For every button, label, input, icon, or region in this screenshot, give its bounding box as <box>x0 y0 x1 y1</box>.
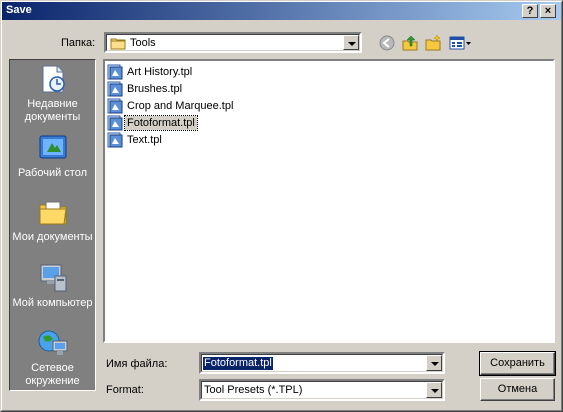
location-label: Папка: <box>61 37 96 49</box>
close-button[interactable]: × <box>540 4 556 18</box>
my-documents-icon <box>39 201 67 225</box>
tpl-file-icon <box>107 64 123 80</box>
format-dropdown-arrow[interactable] <box>426 382 442 398</box>
file-name: Brushes.tpl <box>127 83 183 95</box>
place-network[interactable]: Сетевое окружение <box>10 327 95 388</box>
title-bar[interactable]: Save ? × <box>2 2 561 20</box>
filename-label: Имя файла: <box>106 358 168 370</box>
place-label: Мой компьютер <box>12 297 93 309</box>
recent-documents-icon <box>42 65 65 93</box>
place-desktop[interactable]: Рабочий стол <box>10 132 95 180</box>
place-my-computer[interactable]: Мой компьютер <box>10 262 95 310</box>
location-combo[interactable]: Tools <box>104 32 362 53</box>
tpl-file-icon <box>107 115 123 131</box>
place-label: Мои документы <box>12 231 93 243</box>
up-folder-icon[interactable] <box>401 34 419 52</box>
format-combo[interactable]: Tool Presets (*.TPL) <box>199 379 445 401</box>
format-value: Tool Presets (*.TPL) <box>204 384 303 396</box>
format-label: Format: <box>106 384 144 396</box>
filename-dropdown-arrow[interactable] <box>426 355 442 371</box>
filename-input[interactable]: Fotoformat.tpl <box>203 357 273 370</box>
list-item-selected[interactable]: Fotoformat.tpl <box>107 115 198 131</box>
folder-icon <box>110 38 126 50</box>
place-label: Недавние документы <box>24 98 81 123</box>
place-label: Рабочий стол <box>17 167 88 179</box>
file-list[interactable]: Art History.tpl Brushes.tpl Crop and Mar… <box>103 59 555 343</box>
help-button[interactable]: ? <box>522 4 538 18</box>
back-icon[interactable] <box>378 34 396 52</box>
window-title: Save <box>6 4 32 16</box>
desktop-icon <box>39 135 66 159</box>
tpl-file-icon <box>107 81 123 97</box>
place-my-documents[interactable]: Мои документы <box>10 196 95 244</box>
place-label: Сетевое окружение <box>25 362 80 387</box>
list-item[interactable]: Crop and Marquee.tpl <box>107 98 235 114</box>
new-folder-icon[interactable] <box>424 34 442 52</box>
location-dropdown-arrow[interactable] <box>343 35 359 50</box>
save-button[interactable]: Сохранить <box>479 351 556 376</box>
list-item[interactable]: Text.tpl <box>107 132 164 148</box>
network-places-icon <box>38 330 67 355</box>
list-item[interactable]: Brushes.tpl <box>107 81 184 97</box>
list-item[interactable]: Art History.tpl <box>107 64 194 80</box>
place-recent-documents[interactable]: Недавние документы <box>10 63 95 124</box>
file-name: Text.tpl <box>127 134 162 146</box>
filename-combo[interactable]: Fotoformat.tpl <box>199 352 445 374</box>
save-dialog: Save ? × Папка: Tools Недавние документы… <box>0 0 563 412</box>
view-menu-icon[interactable] <box>448 34 472 52</box>
file-name: Fotoformat.tpl <box>124 115 198 131</box>
cancel-button-label: Отмена <box>497 383 538 395</box>
cancel-button[interactable]: Отмена <box>480 378 555 401</box>
file-name: Art History.tpl <box>127 66 193 78</box>
location-value: Tools <box>130 37 156 49</box>
tpl-file-icon <box>107 132 123 148</box>
file-name: Crop and Marquee.tpl <box>127 100 234 112</box>
tpl-file-icon <box>107 98 123 114</box>
places-bar: Недавние документы Рабочий стол Мои доку… <box>9 59 96 391</box>
save-button-label: Сохранить <box>490 357 545 369</box>
my-computer-icon <box>40 264 66 292</box>
